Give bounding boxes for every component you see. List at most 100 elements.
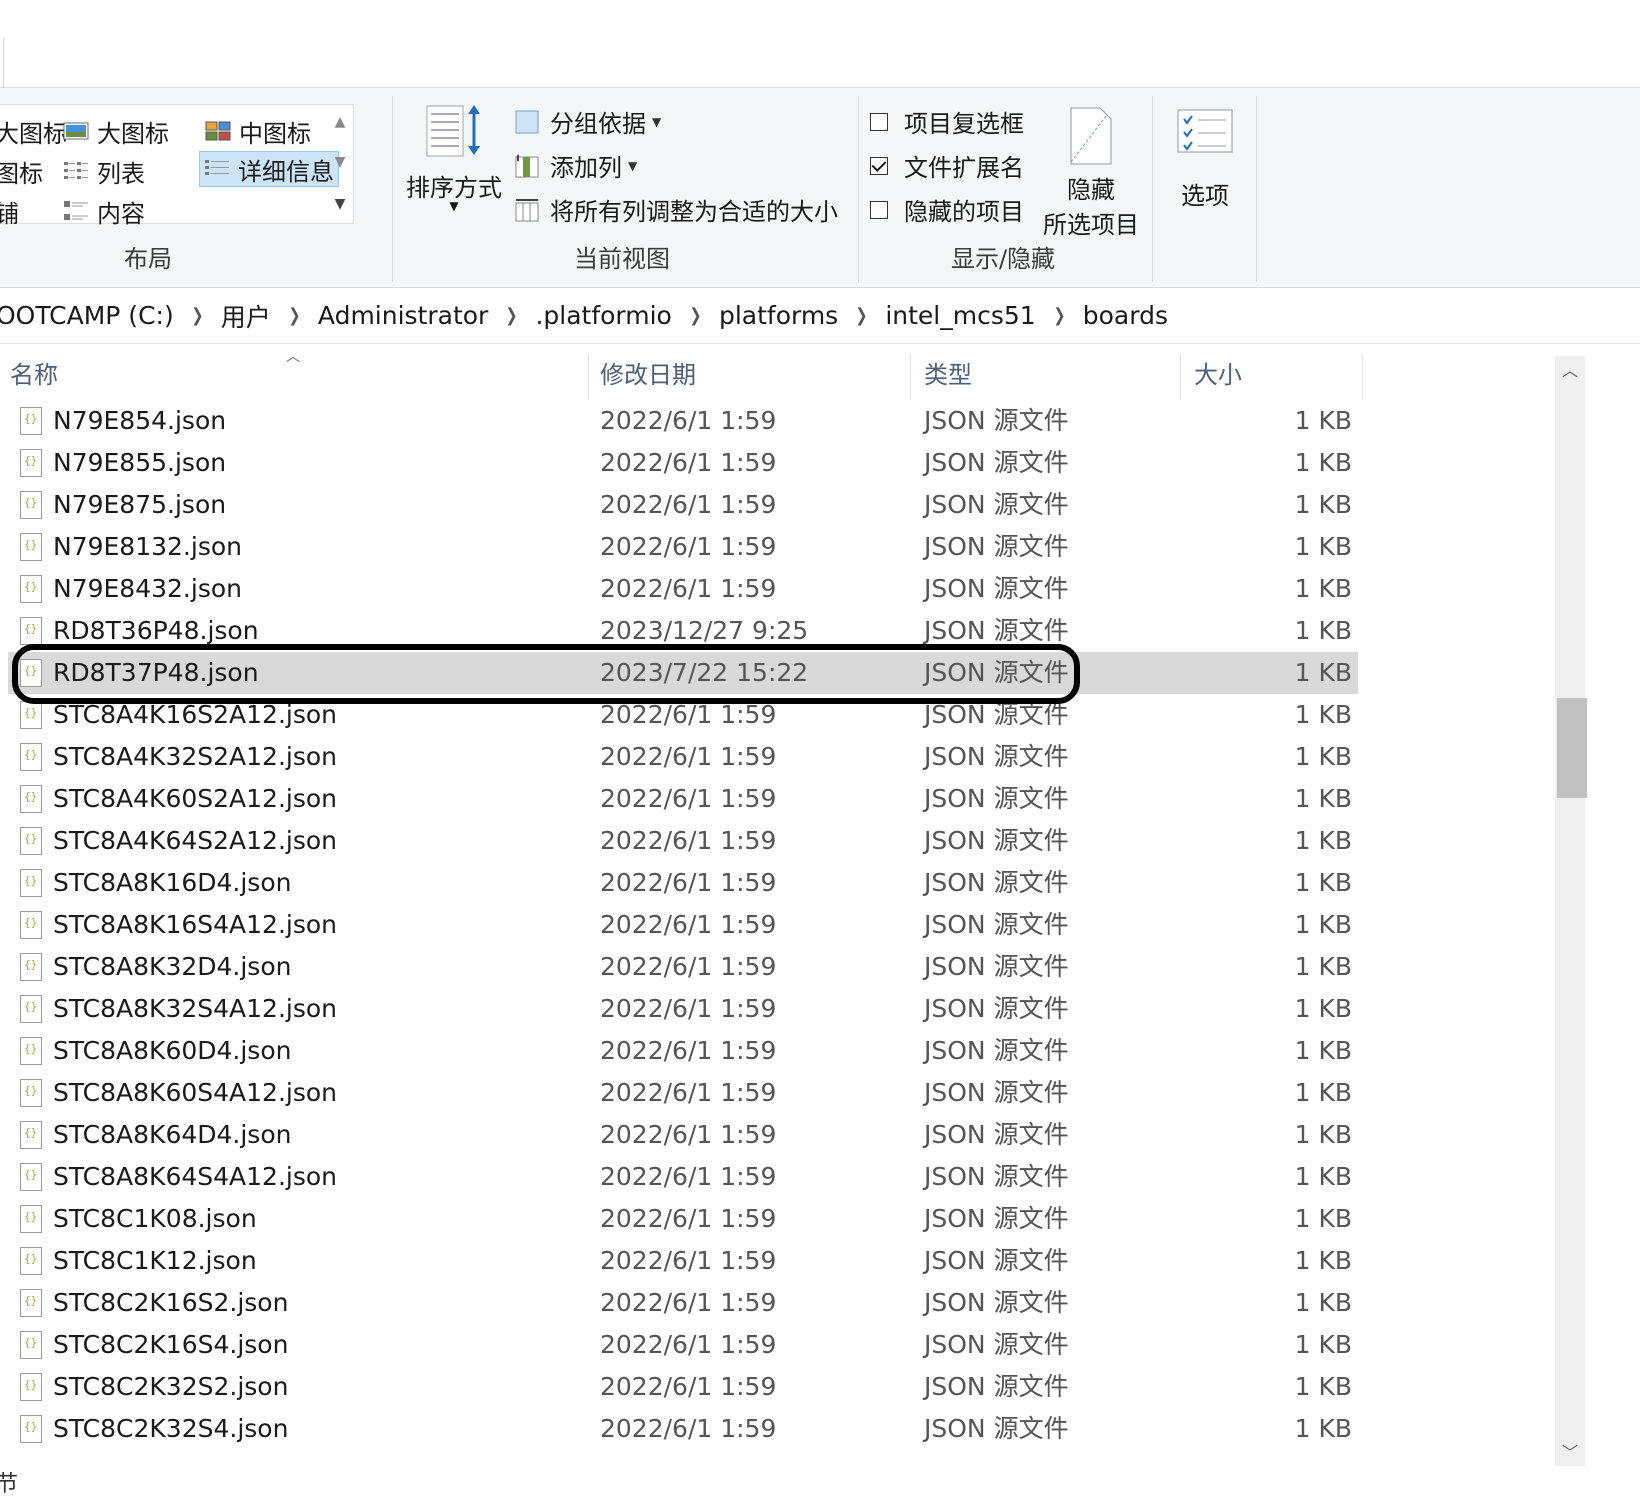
file-type: JSON 源文件: [924, 532, 1069, 561]
file-row[interactable]: STC8A4K32S2A12.json 2022/6/1 1:59 JSON 源文件…: [8, 736, 1358, 778]
file-row[interactable]: STC8A8K60S4A12.json 2022/6/1 1:59 JSON 源文件…: [8, 1072, 1358, 1114]
file-row[interactable]: STC8C2K32S2.json 2022/6/1 1:59 JSON 源文件 1 K…: [8, 1366, 1358, 1408]
file-extensions-checkbox[interactable]: [870, 156, 888, 175]
layout-tiles[interactable]: 铺: [0, 193, 19, 229]
chevron-right-icon[interactable]: ❯: [506, 305, 518, 326]
layout-extra-large-icons[interactable]: 大图标: [0, 113, 67, 149]
layout-details[interactable]: 详细信息: [199, 151, 339, 187]
column-header-date[interactable]: 修改日期: [600, 344, 910, 400]
scroll-down-arrow-icon[interactable]: ﹀: [1555, 1438, 1585, 1468]
file-row[interactable]: RD8T36P48.json 2023/12/27 9:25 JSON 源文件 1 K…: [8, 610, 1358, 652]
hidden-items-toggle[interactable]: 隐藏的项目: [870, 192, 1024, 227]
gallery-scroll-down-button[interactable]: ▼: [329, 145, 351, 179]
column-divider[interactable]: [588, 354, 589, 400]
layout-medium-icons[interactable]: 中图标: [205, 113, 311, 149]
json-file-icon: [20, 575, 42, 603]
file-row[interactable]: N79E875.json 2022/6/1 1:59 JSON 源文件 1 KB: [8, 484, 1358, 526]
column-header-name[interactable]: 名称: [10, 344, 588, 400]
file-row[interactable]: N79E855.json 2022/6/1 1:59 JSON 源文件 1 KB: [8, 442, 1358, 484]
file-type: JSON 源文件: [924, 1036, 1069, 1065]
chevron-right-icon[interactable]: ❯: [191, 305, 203, 326]
layout-list-label: 列表: [97, 159, 145, 188]
file-row[interactable]: STC8A8K64S4A12.json 2022/6/1 1:59 JSON 源文件…: [8, 1156, 1358, 1198]
breadcrumb-users[interactable]: 用户: [221, 298, 271, 334]
file-row[interactable]: STC8A8K32S4A12.json 2022/6/1 1:59 JSON 源文件…: [8, 988, 1358, 1030]
breadcrumb-boards[interactable]: boards: [1083, 301, 1168, 330]
file-row[interactable]: STC8A8K60D4.json 2022/6/1 1:59 JSON 源文件 1 K…: [8, 1030, 1358, 1072]
address-bar[interactable]: OOTCAMP (C:) ❯ 用户 ❯ Administrator ❯ .pla…: [0, 288, 1640, 344]
chevron-right-icon[interactable]: ❯: [689, 305, 701, 326]
layout-tiles-label: 铺: [0, 199, 19, 228]
sort-by-button[interactable]: 排序方式 ▼: [404, 102, 504, 213]
file-row[interactable]: RD8T37P48.json 2023/7/22 15:22 JSON 源文件 1 K…: [8, 652, 1358, 694]
file-date-modified: 2022/6/1 1:59: [600, 1204, 777, 1233]
current-view-group-label: 当前视图: [574, 245, 670, 273]
file-row[interactable]: STC8A4K64S2A12.json 2022/6/1 1:59 JSON 源文件…: [8, 820, 1358, 862]
file-name: RD8T37P48.json: [53, 658, 259, 687]
file-name: STC8A4K64S2A12.json: [53, 826, 337, 855]
breadcrumb-administrator[interactable]: Administrator: [318, 301, 488, 330]
file-size: 1 KB: [1294, 994, 1352, 1023]
file-date-modified: 2022/6/1 1:59: [600, 448, 777, 477]
chevron-right-icon[interactable]: ❯: [856, 305, 868, 326]
file-row[interactable]: N79E854.json 2022/6/1 1:59 JSON 源文件 1 KB: [8, 400, 1358, 442]
column-divider[interactable]: [1362, 354, 1363, 400]
file-date-modified: 2022/6/1 1:59: [600, 994, 777, 1023]
layout-small-icons[interactable]: 图标: [0, 153, 43, 189]
file-name: N79E8132.json: [53, 532, 242, 561]
file-row[interactable]: STC8C2K32S4.json 2022/6/1 1:59 JSON 源文件 1 K…: [8, 1408, 1358, 1450]
title-tab-strip: [0, 0, 1640, 88]
file-row[interactable]: STC8A8K32D4.json 2022/6/1 1:59 JSON 源文件 1 K…: [8, 946, 1358, 988]
layout-list[interactable]: 列表: [63, 153, 145, 189]
scrollbar-thumb[interactable]: [1557, 698, 1587, 798]
breadcrumb-platforms[interactable]: platforms: [719, 301, 838, 330]
layout-content[interactable]: 内容: [63, 193, 145, 229]
file-row[interactable]: STC8C2K16S2.json 2022/6/1 1:59 JSON 源文件 1 K…: [8, 1282, 1358, 1324]
gallery-expand-button[interactable]: ▼: [329, 187, 351, 221]
chevron-right-icon[interactable]: ❯: [1053, 305, 1065, 326]
chevron-right-icon[interactable]: ❯: [288, 305, 300, 326]
file-date-modified: 2022/6/1 1:59: [600, 1162, 777, 1191]
add-columns-button[interactable]: 添加列 ▼: [514, 148, 637, 183]
file-date-modified: 2022/6/1 1:59: [600, 1288, 777, 1317]
file-row[interactable]: STC8A8K16S4A12.json 2022/6/1 1:59 JSON 源文件…: [8, 904, 1358, 946]
group-by-button[interactable]: 分组依据 ▼: [514, 104, 661, 139]
file-row[interactable]: STC8C1K12.json 2022/6/1 1:59 JSON 源文件 1 KB: [8, 1240, 1358, 1282]
file-extensions-toggle[interactable]: 文件扩展名: [870, 148, 1024, 183]
gallery-scroll-up-button[interactable]: ▲: [329, 105, 351, 139]
file-name: RD8T36P48.json: [53, 616, 259, 645]
json-file-icon: [20, 1247, 42, 1275]
item-checkboxes-toggle[interactable]: 项目复选框: [870, 104, 1024, 139]
hide-selected-button[interactable]: 隐藏 所选项目: [1036, 106, 1146, 240]
column-header-size-label: 大小: [1194, 360, 1242, 389]
file-row[interactable]: N79E8132.json 2022/6/1 1:59 JSON 源文件 1 KB: [8, 526, 1358, 568]
file-row[interactable]: STC8A4K16S2A12.json 2022/6/1 1:59 JSON 源文件…: [8, 694, 1358, 736]
file-size: 1 KB: [1294, 1246, 1352, 1275]
vertical-scrollbar[interactable]: ︿ ﹀: [1555, 356, 1587, 1468]
layout-large-icons[interactable]: 大图标: [63, 113, 169, 149]
file-size: 1 KB: [1294, 910, 1352, 939]
breadcrumb-platformio[interactable]: .platformio: [535, 301, 671, 330]
item-checkboxes-label: 项目复选框: [904, 110, 1024, 138]
options-button[interactable]: 选项: [1160, 108, 1250, 211]
breadcrumb-drive[interactable]: OOTCAMP (C:): [0, 301, 174, 330]
hidden-items-label: 隐藏的项目: [904, 198, 1024, 226]
file-row[interactable]: STC8C2K16S4.json 2022/6/1 1:59 JSON 源文件 1 K…: [8, 1324, 1358, 1366]
scroll-up-arrow-icon[interactable]: ︿: [1555, 356, 1585, 386]
file-row[interactable]: STC8A8K64D4.json 2022/6/1 1:59 JSON 源文件 1 K…: [8, 1114, 1358, 1156]
file-name: N79E875.json: [53, 490, 227, 519]
file-row[interactable]: STC8C1K08.json 2022/6/1 1:59 JSON 源文件 1 KB: [8, 1198, 1358, 1240]
column-header-size[interactable]: 大小: [1194, 344, 1362, 400]
column-divider[interactable]: [1180, 354, 1181, 400]
breadcrumb-intel-mcs51[interactable]: intel_mcs51: [885, 301, 1035, 330]
file-row[interactable]: STC8A4K60S2A12.json 2022/6/1 1:59 JSON 源文件…: [8, 778, 1358, 820]
column-divider[interactable]: [910, 354, 911, 400]
item-checkboxes-checkbox[interactable]: [870, 112, 888, 131]
file-date-modified: 2022/6/1 1:59: [600, 1372, 777, 1401]
column-header-type[interactable]: 类型: [924, 344, 1180, 400]
size-all-columns-button[interactable]: 将所有列调整为合适的大小: [514, 192, 838, 227]
file-row[interactable]: N79E8432.json 2022/6/1 1:59 JSON 源文件 1 KB: [8, 568, 1358, 610]
file-row[interactable]: STC8A8K16D4.json 2022/6/1 1:59 JSON 源文件 1 K…: [8, 862, 1358, 904]
group-divider: [1256, 96, 1257, 282]
hidden-items-checkbox[interactable]: [870, 200, 888, 219]
